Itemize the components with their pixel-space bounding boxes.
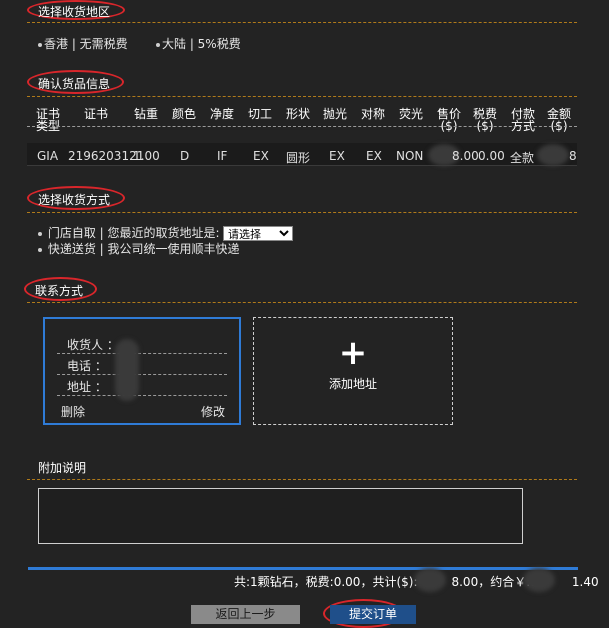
table-cell: NON (396, 149, 424, 163)
address-label: 地址 ： (67, 380, 107, 394)
section-title-contact: 联系方式 (35, 284, 84, 298)
divider (57, 395, 227, 396)
back-button[interactable]: 返回上一步 (191, 605, 300, 624)
table-header: 对称 (361, 107, 386, 121)
table-header: 售价($) (437, 107, 462, 133)
table-header: 金额($) (547, 107, 572, 133)
table-cell: D (180, 149, 190, 163)
edit-address-link[interactable]: 修改 (201, 403, 225, 420)
delivery-option-pickup[interactable]: 门店自取 | 您最近的取货地址是: (38, 224, 220, 241)
table-header: 形状 (286, 107, 311, 121)
table-header: 净度 (210, 107, 235, 121)
table-header-divider (27, 126, 577, 127)
table-header: 荧光 (399, 107, 424, 121)
table-cell: 8 (569, 149, 577, 163)
radio-icon[interactable] (38, 42, 42, 47)
radio-icon[interactable] (38, 231, 42, 236)
radio-icon[interactable] (38, 247, 42, 252)
redaction-blob (537, 144, 569, 166)
table-cell: 8.00 (452, 149, 479, 163)
delete-address-link[interactable]: 删除 (61, 403, 85, 420)
phone-label: 电话 ： (67, 359, 107, 373)
redaction-blob (523, 568, 555, 592)
pickup-store-select[interactable]: 请选择 (223, 226, 293, 241)
add-address-card[interactable]: + 添加地址 (253, 317, 453, 425)
summary-text: 共:1颗钻石，税费:0.00，共计($): (234, 575, 418, 589)
table-cell: EX (329, 149, 345, 163)
table-cell: GIA (37, 149, 59, 163)
region-option-hk[interactable]: 香港 | 无需税费 (38, 35, 128, 52)
add-address-label: 添加地址 (328, 377, 377, 391)
region-option-label: 大陆 | 5%税费 (162, 37, 241, 51)
table-header: 证书 (84, 107, 109, 121)
table-cell: 0.00 (478, 149, 505, 163)
section-title-delivery: 选择收货方式 (38, 193, 111, 207)
receiver-label: 收货人 ： (67, 338, 119, 352)
address-card[interactable]: 收货人 ： 电话 ： 地址 ： 删除 修改 (43, 317, 241, 425)
radio-icon[interactable] (156, 42, 160, 47)
table-cell: EX (366, 149, 382, 163)
summary-rmb: 1.40 (571, 575, 599, 589)
divider (57, 353, 227, 354)
table-cell: 全款 (510, 151, 535, 165)
delivery-option-label: 门店自取 | 您最近的取货地址是: (47, 226, 220, 240)
summary-divider (28, 567, 578, 570)
notes-textarea[interactable] (38, 488, 523, 544)
table-header: 抛光 (323, 107, 348, 121)
delivery-option-express[interactable]: 快递送货 | 我公司统一使用顺丰快递 (38, 240, 240, 257)
divider (27, 302, 577, 303)
table-header: 钻重 (134, 107, 159, 121)
redaction-blob (115, 339, 139, 401)
table-cell: 1.00 (133, 149, 160, 163)
redaction-blob (414, 568, 446, 592)
delivery-option-label: 快递送货 | 我公司统一使用顺丰快递 (47, 242, 240, 256)
submit-order-button[interactable]: 提交订单 (330, 605, 416, 624)
table-header: 证书类型 (36, 107, 61, 133)
table-header: 付款方式 (510, 107, 535, 133)
table-header: 税费($) (473, 107, 498, 133)
divider (27, 212, 577, 213)
divider (27, 479, 577, 480)
table-header: 切工 (248, 107, 273, 121)
divider (27, 96, 577, 97)
region-option-label: 香港 | 无需税费 (44, 37, 128, 51)
region-option-mainland[interactable]: 大陆 | 5%税费 (156, 35, 241, 52)
section-title-goods: 确认货品信息 (38, 77, 111, 91)
table-header: 颜色 (172, 107, 197, 121)
section-title-notes: 附加说明 (38, 461, 87, 475)
divider (27, 22, 577, 23)
table-cell: 圆形 (286, 151, 311, 165)
section-title-region: 选择收货地区 (38, 5, 111, 19)
plus-icon: + (338, 333, 368, 373)
table-cell: IF (217, 149, 228, 163)
table-cell: EX (253, 149, 269, 163)
divider (57, 374, 227, 375)
